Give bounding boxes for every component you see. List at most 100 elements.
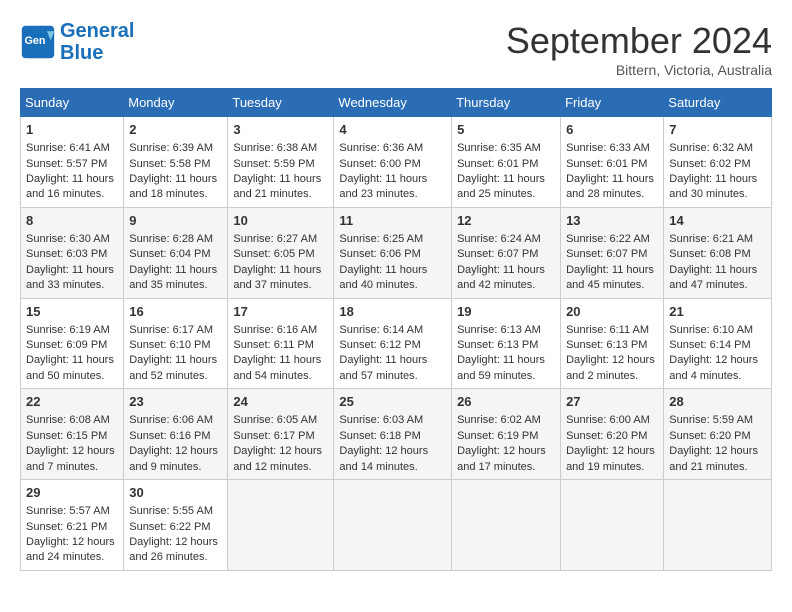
day-number: 5 [457,121,555,139]
logo: Gen General Blue [20,20,134,64]
day-number: 17 [233,303,328,321]
day-number: 22 [26,393,118,411]
table-row [664,480,772,571]
sunrise-info: Sunrise: 6:08 AM [26,414,110,426]
sunset-info: Sunset: 6:06 PM [339,248,420,260]
table-row: 10Sunrise: 6:27 AMSunset: 6:05 PMDayligh… [228,207,334,298]
table-row: 30Sunrise: 5:55 AMSunset: 6:22 PMDayligh… [124,480,228,571]
daylight-info: Daylight: 12 hours and 21 minutes. [669,445,758,472]
daylight-info: Daylight: 11 hours and 21 minutes. [233,173,321,200]
calendar-week-row: 22Sunrise: 6:08 AMSunset: 6:15 PMDayligh… [21,389,772,480]
sunrise-info: Sunrise: 6:30 AM [26,233,110,245]
sunset-info: Sunset: 6:05 PM [233,248,314,260]
table-row: 2Sunrise: 6:39 AMSunset: 5:58 PMDaylight… [124,117,228,208]
sunrise-info: Sunrise: 6:41 AM [26,142,110,154]
sunset-info: Sunset: 6:02 PM [669,158,750,170]
sunset-info: Sunset: 5:59 PM [233,158,314,170]
table-row: 1Sunrise: 6:41 AMSunset: 5:57 PMDaylight… [21,117,124,208]
daylight-info: Daylight: 11 hours and 30 minutes. [669,173,757,200]
sunrise-info: Sunrise: 6:27 AM [233,233,317,245]
sunset-info: Sunset: 6:20 PM [669,430,750,442]
daylight-info: Daylight: 11 hours and 57 minutes. [339,354,427,381]
col-saturday: Saturday [664,89,772,117]
day-number: 7 [669,121,766,139]
day-number: 3 [233,121,328,139]
sunrise-info: Sunrise: 6:13 AM [457,324,541,336]
calendar-header-row: Sunday Monday Tuesday Wednesday Thursday… [21,89,772,117]
day-number: 29 [26,484,118,502]
sunset-info: Sunset: 6:10 PM [129,339,210,351]
day-number: 24 [233,393,328,411]
table-row: 13Sunrise: 6:22 AMSunset: 6:07 PMDayligh… [561,207,664,298]
calendar-week-row: 8Sunrise: 6:30 AMSunset: 6:03 PMDaylight… [21,207,772,298]
table-row: 20Sunrise: 6:11 AMSunset: 6:13 PMDayligh… [561,298,664,389]
table-row: 7Sunrise: 6:32 AMSunset: 6:02 PMDaylight… [664,117,772,208]
daylight-info: Daylight: 12 hours and 9 minutes. [129,445,218,472]
day-number: 30 [129,484,222,502]
sunrise-info: Sunrise: 6:17 AM [129,324,213,336]
logo-text: General Blue [60,20,134,64]
sunset-info: Sunset: 6:11 PM [233,339,314,351]
daylight-info: Daylight: 11 hours and 28 minutes. [566,173,654,200]
sunrise-info: Sunrise: 6:06 AM [129,414,213,426]
daylight-info: Daylight: 12 hours and 17 minutes. [457,445,546,472]
calendar-week-row: 15Sunrise: 6:19 AMSunset: 6:09 PMDayligh… [21,298,772,389]
table-row: 24Sunrise: 6:05 AMSunset: 6:17 PMDayligh… [228,389,334,480]
sunrise-info: Sunrise: 6:38 AM [233,142,317,154]
day-number: 18 [339,303,446,321]
daylight-info: Daylight: 11 hours and 47 minutes. [669,264,757,291]
day-number: 12 [457,212,555,230]
daylight-info: Daylight: 11 hours and 42 minutes. [457,264,545,291]
table-row: 3 Sunrise: 6:38 AM Sunset: 5:59 PM Daylight… [228,117,334,208]
col-friday: Friday [561,89,664,117]
day-number: 15 [26,303,118,321]
daylight-info: Daylight: 11 hours and 35 minutes. [129,264,217,291]
sunset-info: Sunset: 6:17 PM [233,430,314,442]
sunrise-info: Sunrise: 5:59 AM [669,414,753,426]
sunrise-info: Sunrise: 6:14 AM [339,324,423,336]
sunrise-info: Sunrise: 6:28 AM [129,233,213,245]
daylight-info: Daylight: 11 hours and 16 minutes. [26,173,114,200]
day-number: 6 [566,121,658,139]
sunset-info: Sunset: 6:07 PM [457,248,538,260]
sunset-info: Sunset: 6:08 PM [669,248,750,260]
sunrise-info: Sunrise: 5:57 AM [26,505,110,517]
daylight-info: Daylight: 11 hours and 25 minutes. [457,173,545,200]
table-row: 25Sunrise: 6:03 AMSunset: 6:18 PMDayligh… [334,389,452,480]
table-row: 28 Sunrise: 5:59 AM Sunset: 6:20 PM Dayligh… [664,389,772,480]
logo-blue: Blue [60,42,103,64]
day-number: 27 [566,393,658,411]
daylight-info: Daylight: 11 hours and 18 minutes. [129,173,217,200]
sunset-info: Sunset: 6:22 PM [129,521,210,533]
sunset-info: Sunset: 6:00 PM [339,158,420,170]
day-number: 25 [339,393,446,411]
sunset-info: Sunset: 6:09 PM [26,339,107,351]
sunset-info: Sunset: 6:16 PM [129,430,210,442]
sunset-info: Sunset: 5:58 PM [129,158,210,170]
sunrise-info: Sunrise: 6:33 AM [566,142,650,154]
daylight-info: Daylight: 11 hours and 23 minutes. [339,173,427,200]
table-row: 26Sunrise: 6:02 AMSunset: 6:19 PMDayligh… [452,389,561,480]
daylight-info: Daylight: 12 hours and 14 minutes. [339,445,428,472]
page-header: Gen General Blue September 2024 Bittern,… [20,20,772,78]
location: Bittern, Victoria, Australia [506,62,772,78]
col-thursday: Thursday [452,89,561,117]
table-row: 11Sunrise: 6:25 AMSunset: 6:06 PMDayligh… [334,207,452,298]
sunset-info: Sunset: 6:07 PM [566,248,647,260]
table-row [452,480,561,571]
table-row: 14Sunrise: 6:21 AMSunset: 6:08 PMDayligh… [664,207,772,298]
sunrise-info: Sunrise: 6:21 AM [669,233,753,245]
sunrise-info: Sunrise: 6:00 AM [566,414,650,426]
table-row: 4Sunrise: 6:36 AMSunset: 6:00 PMDaylight… [334,117,452,208]
day-number: 9 [129,212,222,230]
month-title: September 2024 [506,20,772,62]
daylight-info: Daylight: 12 hours and 26 minutes. [129,536,218,563]
sunset-info: Sunset: 6:19 PM [457,430,538,442]
logo-icon: Gen [20,24,56,60]
day-number: 28 [669,393,766,411]
day-number: 8 [26,212,118,230]
calendar-week-row: 1Sunrise: 6:41 AMSunset: 5:57 PMDaylight… [21,117,772,208]
daylight-info: Daylight: 11 hours and 59 minutes. [457,354,545,381]
daylight-info: Daylight: 12 hours and 12 minutes. [233,445,322,472]
table-row: 15Sunrise: 6:19 AMSunset: 6:09 PMDayligh… [21,298,124,389]
